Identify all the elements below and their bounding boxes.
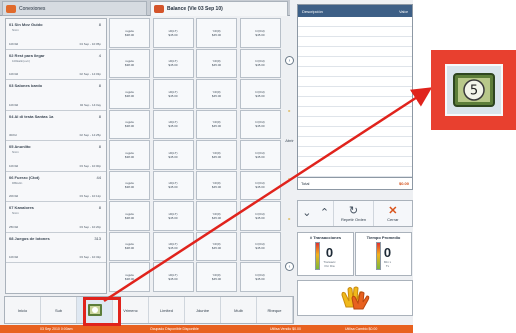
tab-icon-zoomed: 5 — [444, 64, 503, 116]
svg-text:5: 5 — [469, 84, 477, 99]
zoom-callout: 5 — [431, 50, 516, 130]
film-frame-icon: 5 — [452, 73, 495, 107]
